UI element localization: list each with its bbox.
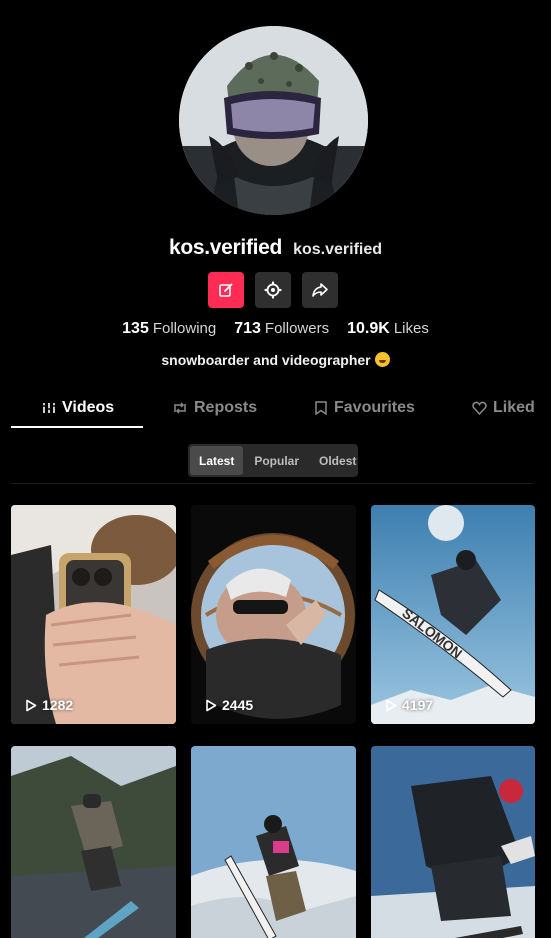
followers-label: Followers xyxy=(264,320,330,337)
profile-username: kos.verified xyxy=(168,236,283,259)
sort-popular[interactable]: Popular xyxy=(245,446,308,475)
tab-liked[interactable]: Liked xyxy=(472,388,535,428)
video-thumbnail[interactable]: 2445 xyxy=(191,505,356,724)
sort-oldest[interactable]: Oldest xyxy=(310,446,365,475)
profile-nickname: kos.verified xyxy=(293,241,383,258)
likes-stat: 10.9K Likes xyxy=(347,320,429,338)
bio-text: snowboarder and videographer xyxy=(161,352,371,368)
edit-profile-button[interactable] xyxy=(208,272,244,308)
tab-reposts[interactable]: Reposts xyxy=(172,388,257,428)
video-views: 4197 xyxy=(385,697,433,713)
profile-actions xyxy=(208,272,338,308)
divider xyxy=(11,483,533,484)
profile-names: kos.verified kos.verified xyxy=(0,236,551,260)
video-views: 2445 xyxy=(205,697,253,713)
settings-button[interactable] xyxy=(255,272,291,308)
grid-bars-icon xyxy=(42,403,56,413)
heart-icon xyxy=(472,401,487,415)
video-grid: 1282 2445 SALOMON 4197 xyxy=(11,505,535,938)
view-count: 2445 xyxy=(222,697,254,713)
sort-latest[interactable]: Latest xyxy=(190,446,244,475)
share-icon xyxy=(312,283,328,297)
tab-favourites-label: Favourites xyxy=(334,399,415,416)
tab-favourites[interactable]: Favourites xyxy=(314,388,415,428)
profile-bio: snowboarder and videographer xyxy=(0,352,551,368)
view-count: 4197 xyxy=(402,697,434,713)
play-icon xyxy=(206,699,217,711)
settings-icon xyxy=(264,281,282,299)
view-count: 1282 xyxy=(42,697,74,713)
edit-icon xyxy=(219,283,233,297)
tab-videos[interactable]: Videos xyxy=(42,388,114,428)
video-thumbnail[interactable] xyxy=(191,746,356,938)
profile-avatar[interactable] xyxy=(179,26,368,215)
sort-control: Latest Popular Oldest xyxy=(188,444,358,477)
likes-label: Likes xyxy=(393,320,429,337)
tab-videos-label: Videos xyxy=(62,399,115,416)
share-profile-button[interactable] xyxy=(302,272,338,308)
tab-liked-label: Liked xyxy=(493,399,535,416)
play-icon xyxy=(26,699,37,711)
following-label: Following xyxy=(152,320,217,337)
video-thumbnail[interactable]: 1282 xyxy=(11,505,176,724)
video-thumbnail[interactable]: SALOMON 4197 xyxy=(371,505,535,724)
video-thumbnail[interactable] xyxy=(11,746,176,938)
following-stat[interactable]: 135 Following xyxy=(122,320,216,338)
play-icon xyxy=(386,699,397,711)
likes-count: 10.9K xyxy=(347,320,390,337)
tab-reposts-label: Reposts xyxy=(194,399,258,416)
video-thumbnail[interactable] xyxy=(371,746,535,938)
profile-tabs: Videos Reposts Favourites Liked xyxy=(0,388,551,428)
video-views: 1282 xyxy=(25,697,73,713)
following-count: 135 xyxy=(122,320,149,337)
profile-stats: 135 Following 713 Followers 10.9K Likes xyxy=(0,320,551,338)
followers-count: 713 xyxy=(234,320,261,337)
followers-stat[interactable]: 713 Followers xyxy=(234,320,329,338)
grimacing-face-emoji xyxy=(374,352,390,367)
active-tab-indicator xyxy=(11,426,143,428)
repost-icon xyxy=(174,402,186,414)
bookmark-icon xyxy=(315,401,327,415)
